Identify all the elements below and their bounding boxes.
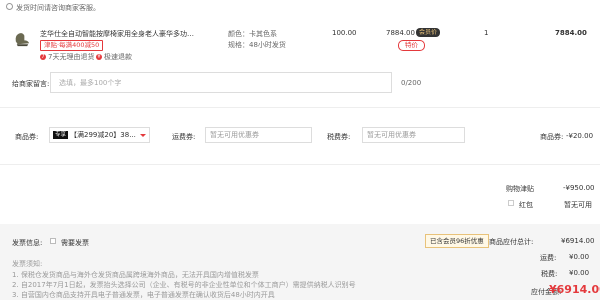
divider	[0, 107, 600, 108]
exclusive-tag: 专享	[53, 131, 69, 139]
coupon-discount-label: 商品券:	[540, 133, 564, 141]
payable-amount: ¥6914.00	[549, 283, 600, 296]
invoice-notice-line: 3. 自营国内仓商品支持开具电子普通发票，电子普通发票在确认收货后48小时内开具	[12, 291, 275, 299]
need-invoice-label[interactable]: 需要发票	[61, 238, 89, 248]
message-label: 给商家留言:	[12, 80, 50, 88]
hongbao-value: 暂无可用	[564, 201, 592, 209]
divider	[0, 164, 600, 165]
freight-coupon-label: 运费券:	[172, 133, 196, 141]
hongbao-checkbox[interactable]	[508, 200, 514, 206]
goods-coupon-value: 【满299减20】38...	[70, 131, 136, 139]
service-return: 7 7天无理由退货	[40, 52, 94, 62]
tax-total-label: 税费:	[541, 270, 558, 278]
quantity: 1	[484, 29, 489, 37]
subsidy-tag: 津贴·每满400减50	[40, 40, 104, 51]
shopping-subsidy-label: 购物津贴	[506, 185, 534, 193]
invoice-notice-line: 1. 保税仓发货商品与海外仓发货商品属跨境海外商品，无法开具国内增值税发票	[12, 271, 259, 279]
service-refund-label: 极速退款	[104, 53, 132, 61]
freight-coupon-select[interactable]: 暂无可用优惠券	[205, 127, 312, 143]
goods-coupon-select[interactable]: 专享 【满299减20】38...	[49, 127, 150, 143]
product-spec: 规格：48小时发货	[228, 41, 286, 49]
product-color: 颜色：卡其色系	[228, 30, 277, 38]
member-price-badge: 会员价	[416, 28, 441, 37]
message-input[interactable]	[50, 72, 392, 93]
service-return-label: 7天无理由退货	[48, 53, 95, 61]
unit-price: 100.00	[332, 29, 357, 37]
refund-icon: ¥	[96, 54, 102, 60]
info-icon	[6, 3, 13, 10]
goods-total-value: ¥6914.00	[561, 237, 595, 245]
tax-total-value: ¥0.00	[569, 269, 590, 277]
hongbao-label: 红包	[519, 201, 533, 209]
invoice-notice-line: 2. 自2017年7月1日起，发票抬头选择公司（企业、有税号的非企业性单位和个体…	[12, 281, 356, 289]
goods-coupon-label: 商品券:	[15, 133, 39, 141]
tax-coupon-label: 税费券:	[327, 133, 351, 141]
need-invoice-checkbox[interactable]	[50, 238, 56, 244]
product-name-link[interactable]: 芝华仕全自动智能按摩椅家用全身老人豪华多功能...	[40, 29, 200, 39]
message-char-counter: 0/200	[401, 79, 422, 87]
seven-day-icon: 7	[40, 54, 46, 60]
shopping-subsidy-value: -¥950.00	[563, 184, 595, 192]
service-refund: ¥ 极速退款	[96, 52, 132, 62]
member-discount-badge: 已含会员96折优惠	[425, 234, 489, 248]
member-price: 7884.00	[386, 29, 415, 37]
goods-total-label: 商品应付总计:	[489, 238, 534, 246]
invoice-notice-title: 发票须知:	[12, 260, 43, 268]
freight-total-value: ¥0.00	[569, 253, 590, 261]
tax-coupon-select[interactable]: 暂无可用优惠券	[362, 127, 465, 143]
invoice-label: 发票信息:	[12, 239, 43, 247]
coupon-discount-value: -¥20.00	[566, 132, 594, 140]
chevron-down-icon	[140, 133, 146, 137]
item-subtotal: 7884.00	[555, 29, 587, 37]
product-thumbnail[interactable]	[12, 29, 31, 48]
delivery-notice: 发货时间请咨询商家客服。	[16, 4, 100, 12]
special-price-tag: 特价	[398, 40, 425, 51]
freight-total-label: 运费:	[540, 254, 557, 262]
